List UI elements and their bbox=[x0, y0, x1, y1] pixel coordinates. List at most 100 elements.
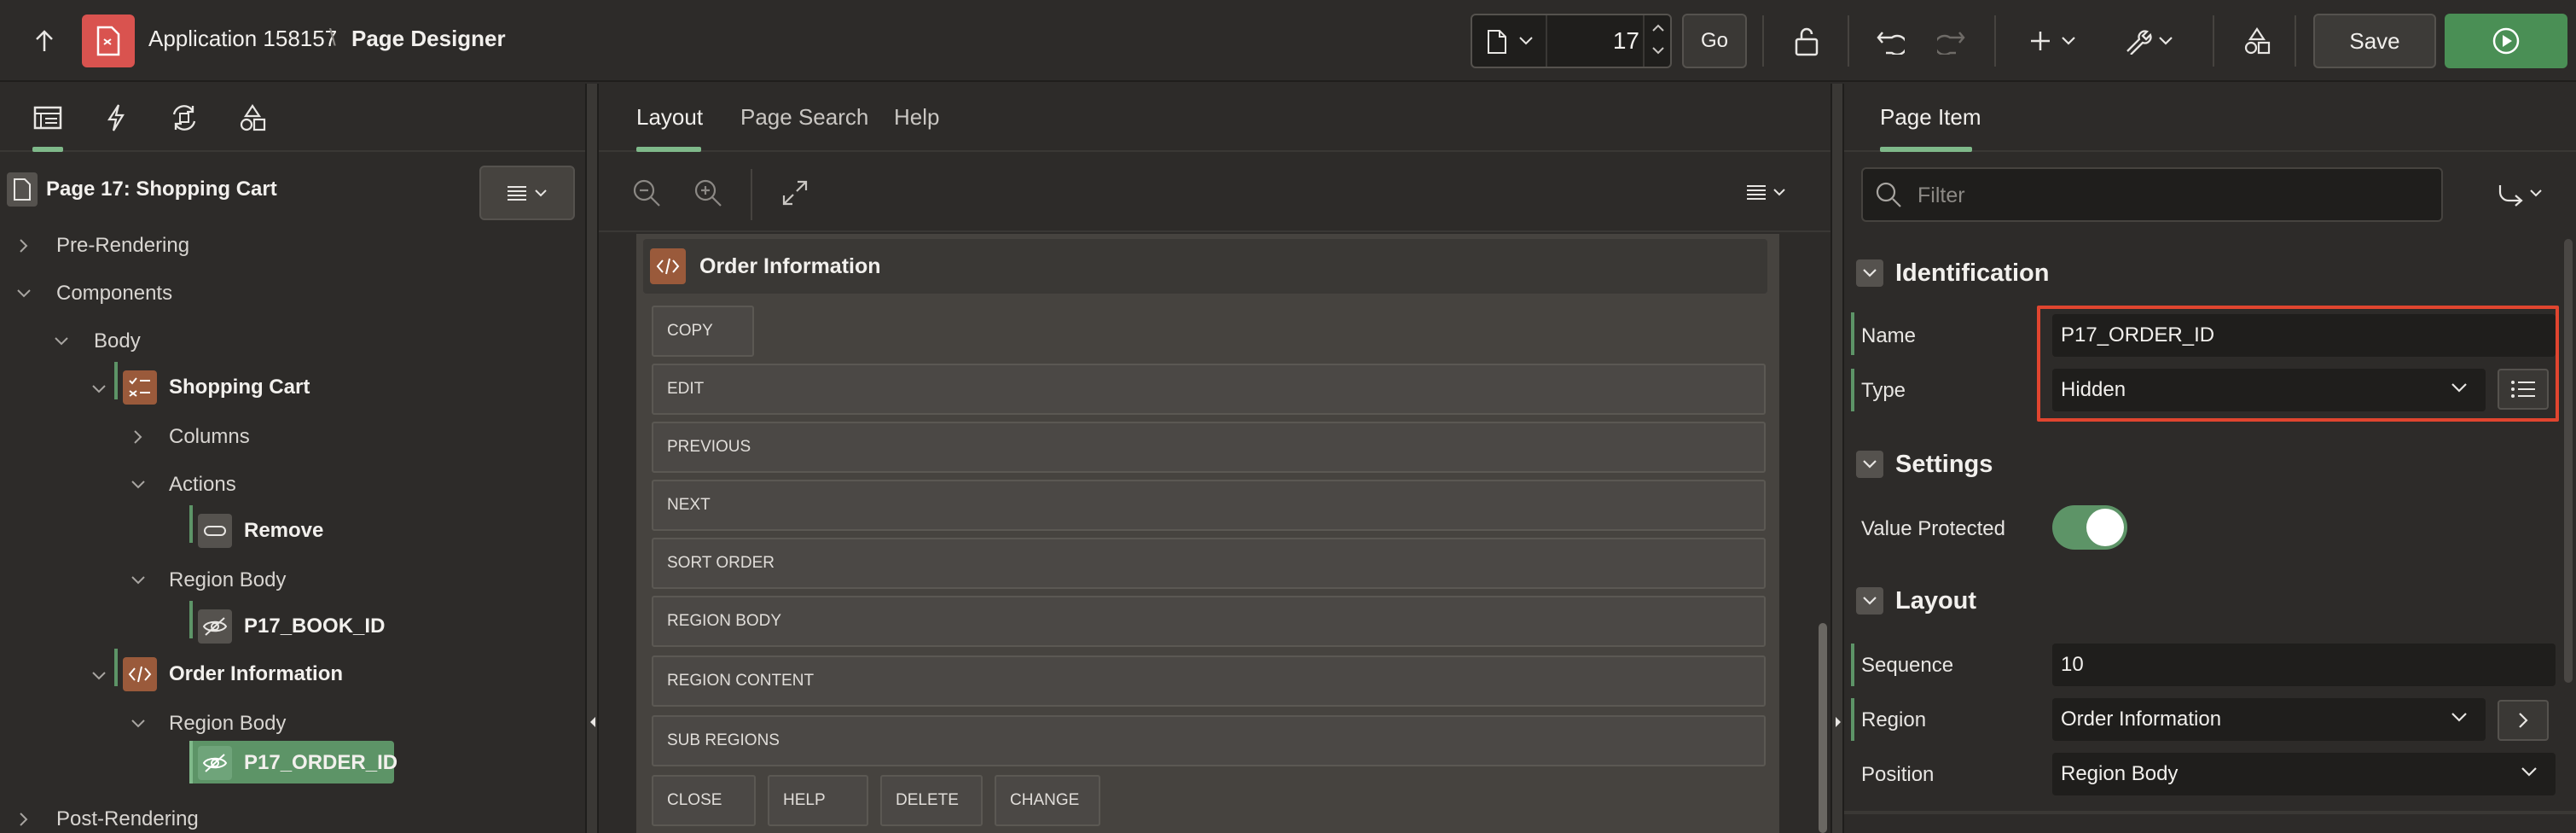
right-splitter[interactable] bbox=[1830, 84, 1844, 833]
position-region-content[interactable]: REGION CONTENT bbox=[652, 655, 1766, 707]
tree-node-label: Actions bbox=[169, 473, 236, 496]
run-page-button[interactable] bbox=[2445, 14, 2567, 68]
required-indicator bbox=[1851, 644, 1854, 686]
position-previous[interactable]: PREVIOUS bbox=[652, 422, 1766, 473]
chevron-right-icon[interactable] bbox=[130, 428, 147, 446]
tree-node-body[interactable]: Body bbox=[94, 321, 141, 362]
tree-node-pre-rendering[interactable]: Pre-Rendering bbox=[56, 225, 189, 266]
region-select[interactable]: Order Information bbox=[2052, 698, 2486, 741]
scrollbar-thumb[interactable] bbox=[2564, 239, 2573, 683]
tree-node-actions[interactable]: Actions bbox=[169, 464, 236, 505]
section-identification[interactable]: Identification bbox=[1856, 251, 2049, 295]
chevron-down-icon[interactable] bbox=[53, 333, 70, 350]
tree-node-region-body[interactable]: Region Body bbox=[169, 703, 286, 744]
position-delete[interactable]: DELETE bbox=[880, 775, 983, 826]
position-select[interactable]: Region Body bbox=[2052, 753, 2556, 795]
tab-help[interactable]: Help bbox=[894, 104, 939, 131]
layout-menu-icon[interactable] bbox=[1743, 176, 1795, 210]
breadcrumb-application[interactable]: Application 158157 bbox=[148, 26, 337, 52]
region-order-information[interactable]: Order Information bbox=[643, 239, 1767, 294]
tree-node-label: Page 17: Shopping Cart bbox=[46, 178, 277, 201]
tree-node-p17-order-id[interactable]: P17_ORDER_ID bbox=[198, 743, 397, 783]
processing-tab-icon[interactable] bbox=[167, 101, 201, 135]
tree-node-p17-book-id[interactable]: P17_BOOK_ID bbox=[198, 606, 385, 647]
utilities-wrench-icon[interactable] bbox=[2121, 22, 2180, 60]
left-splitter[interactable] bbox=[585, 84, 599, 833]
center-pane-tabs: Layout Page Search Help bbox=[599, 84, 1830, 152]
tab-page-search[interactable]: Page Search bbox=[740, 104, 868, 131]
menu-icon bbox=[508, 186, 526, 201]
section-layout[interactable]: Layout bbox=[1856, 579, 1976, 623]
play-icon bbox=[2492, 27, 2520, 55]
shared-components-tab-icon[interactable] bbox=[235, 101, 270, 135]
tree-menu-button[interactable] bbox=[479, 166, 575, 220]
dynamic-actions-tab-icon[interactable] bbox=[99, 101, 133, 135]
chevron-down-icon[interactable] bbox=[130, 572, 147, 589]
zoom-out-icon[interactable] bbox=[629, 176, 664, 210]
position-sort-order[interactable]: SORT ORDER bbox=[652, 538, 1766, 589]
expand-icon[interactable] bbox=[778, 176, 812, 210]
page-number-input[interactable] bbox=[1558, 27, 1639, 55]
chevron-down-icon[interactable] bbox=[90, 381, 107, 398]
tree-node-label: Components bbox=[56, 282, 173, 305]
chevron-down-icon[interactable] bbox=[1518, 36, 1534, 46]
tab-page-item[interactable]: Page Item bbox=[1880, 104, 1981, 131]
tab-layout[interactable]: Layout bbox=[636, 104, 703, 131]
go-to-region-button[interactable] bbox=[2498, 700, 2549, 741]
shared-components-icon[interactable] bbox=[2238, 22, 2276, 60]
application-icon[interactable] bbox=[82, 15, 135, 67]
redo-icon[interactable] bbox=[1933, 22, 1970, 60]
undo-icon[interactable] bbox=[1871, 22, 1909, 60]
value-protected-toggle[interactable] bbox=[2052, 505, 2127, 550]
page-selector bbox=[1471, 14, 1672, 68]
navigate-up-icon[interactable] bbox=[26, 24, 63, 58]
tree-node-post-rendering[interactable]: Post-Rendering bbox=[56, 799, 199, 833]
position-region-body[interactable]: REGION BODY bbox=[652, 596, 1766, 647]
tree-node-label: Pre-Rendering bbox=[56, 234, 190, 257]
page-icon[interactable] bbox=[1486, 29, 1508, 55]
filter-input[interactable] bbox=[1917, 181, 2429, 210]
chevron-right-icon[interactable] bbox=[15, 237, 32, 254]
tree-node-columns[interactable]: Columns bbox=[169, 416, 250, 457]
position-next[interactable]: NEXT bbox=[652, 480, 1766, 531]
go-button[interactable]: Go bbox=[1682, 14, 1747, 68]
zoom-in-icon[interactable] bbox=[691, 176, 725, 210]
chevron-right-icon[interactable] bbox=[15, 811, 32, 828]
go-to-group-icon[interactable] bbox=[2487, 176, 2556, 213]
chevron-down-icon[interactable] bbox=[15, 285, 32, 302]
chevron-down-icon[interactable] bbox=[1856, 259, 1883, 287]
tree-node-label: Region Body bbox=[169, 568, 287, 591]
position-sub-regions[interactable]: SUB REGIONS bbox=[652, 715, 1766, 766]
tree-node-order-information[interactable]: Order Information bbox=[123, 654, 343, 695]
layout-canvas: Order Information COPY EDIT PREVIOUS NEX… bbox=[636, 234, 1779, 833]
tree-node-remove[interactable]: Remove bbox=[198, 510, 323, 551]
tree-node-page[interactable]: Page 17: Shopping Cart bbox=[7, 169, 277, 210]
scrollbar-thumb[interactable] bbox=[1819, 623, 1827, 833]
position-copy[interactable]: COPY bbox=[652, 306, 754, 357]
chevron-down-icon[interactable] bbox=[130, 715, 147, 732]
page-number-stepper[interactable] bbox=[1643, 15, 1670, 67]
region-select-value: Order Information bbox=[2061, 708, 2222, 731]
tree-node-region-body[interactable]: Region Body bbox=[169, 560, 286, 601]
chevron-down-icon[interactable] bbox=[1856, 587, 1883, 615]
tree-node-shopping-cart[interactable]: Shopping Cart bbox=[123, 367, 310, 408]
filter-field bbox=[1861, 167, 2443, 222]
position-close[interactable]: CLOSE bbox=[652, 775, 756, 826]
chevron-down-icon[interactable] bbox=[90, 667, 107, 684]
chevron-down-icon[interactable] bbox=[1651, 46, 1665, 55]
type-label: Type bbox=[1861, 379, 1906, 402]
save-button[interactable]: Save bbox=[2313, 14, 2436, 68]
divider bbox=[1848, 15, 1849, 67]
rendering-tab-icon[interactable] bbox=[31, 101, 65, 135]
chevron-down-icon[interactable] bbox=[1856, 451, 1883, 478]
sequence-field[interactable]: 10 bbox=[2052, 644, 2556, 686]
tree-node-components[interactable]: Components bbox=[56, 273, 172, 314]
position-edit[interactable]: EDIT bbox=[652, 364, 1766, 415]
chevron-down-icon[interactable] bbox=[130, 476, 147, 493]
position-change[interactable]: CHANGE bbox=[995, 775, 1100, 826]
lock-icon[interactable] bbox=[1788, 22, 1825, 60]
section-settings[interactable]: Settings bbox=[1856, 442, 1993, 486]
create-menu-icon[interactable] bbox=[2027, 22, 2085, 60]
chevron-up-icon[interactable] bbox=[1651, 24, 1665, 32]
position-help[interactable]: HELP bbox=[768, 775, 868, 826]
